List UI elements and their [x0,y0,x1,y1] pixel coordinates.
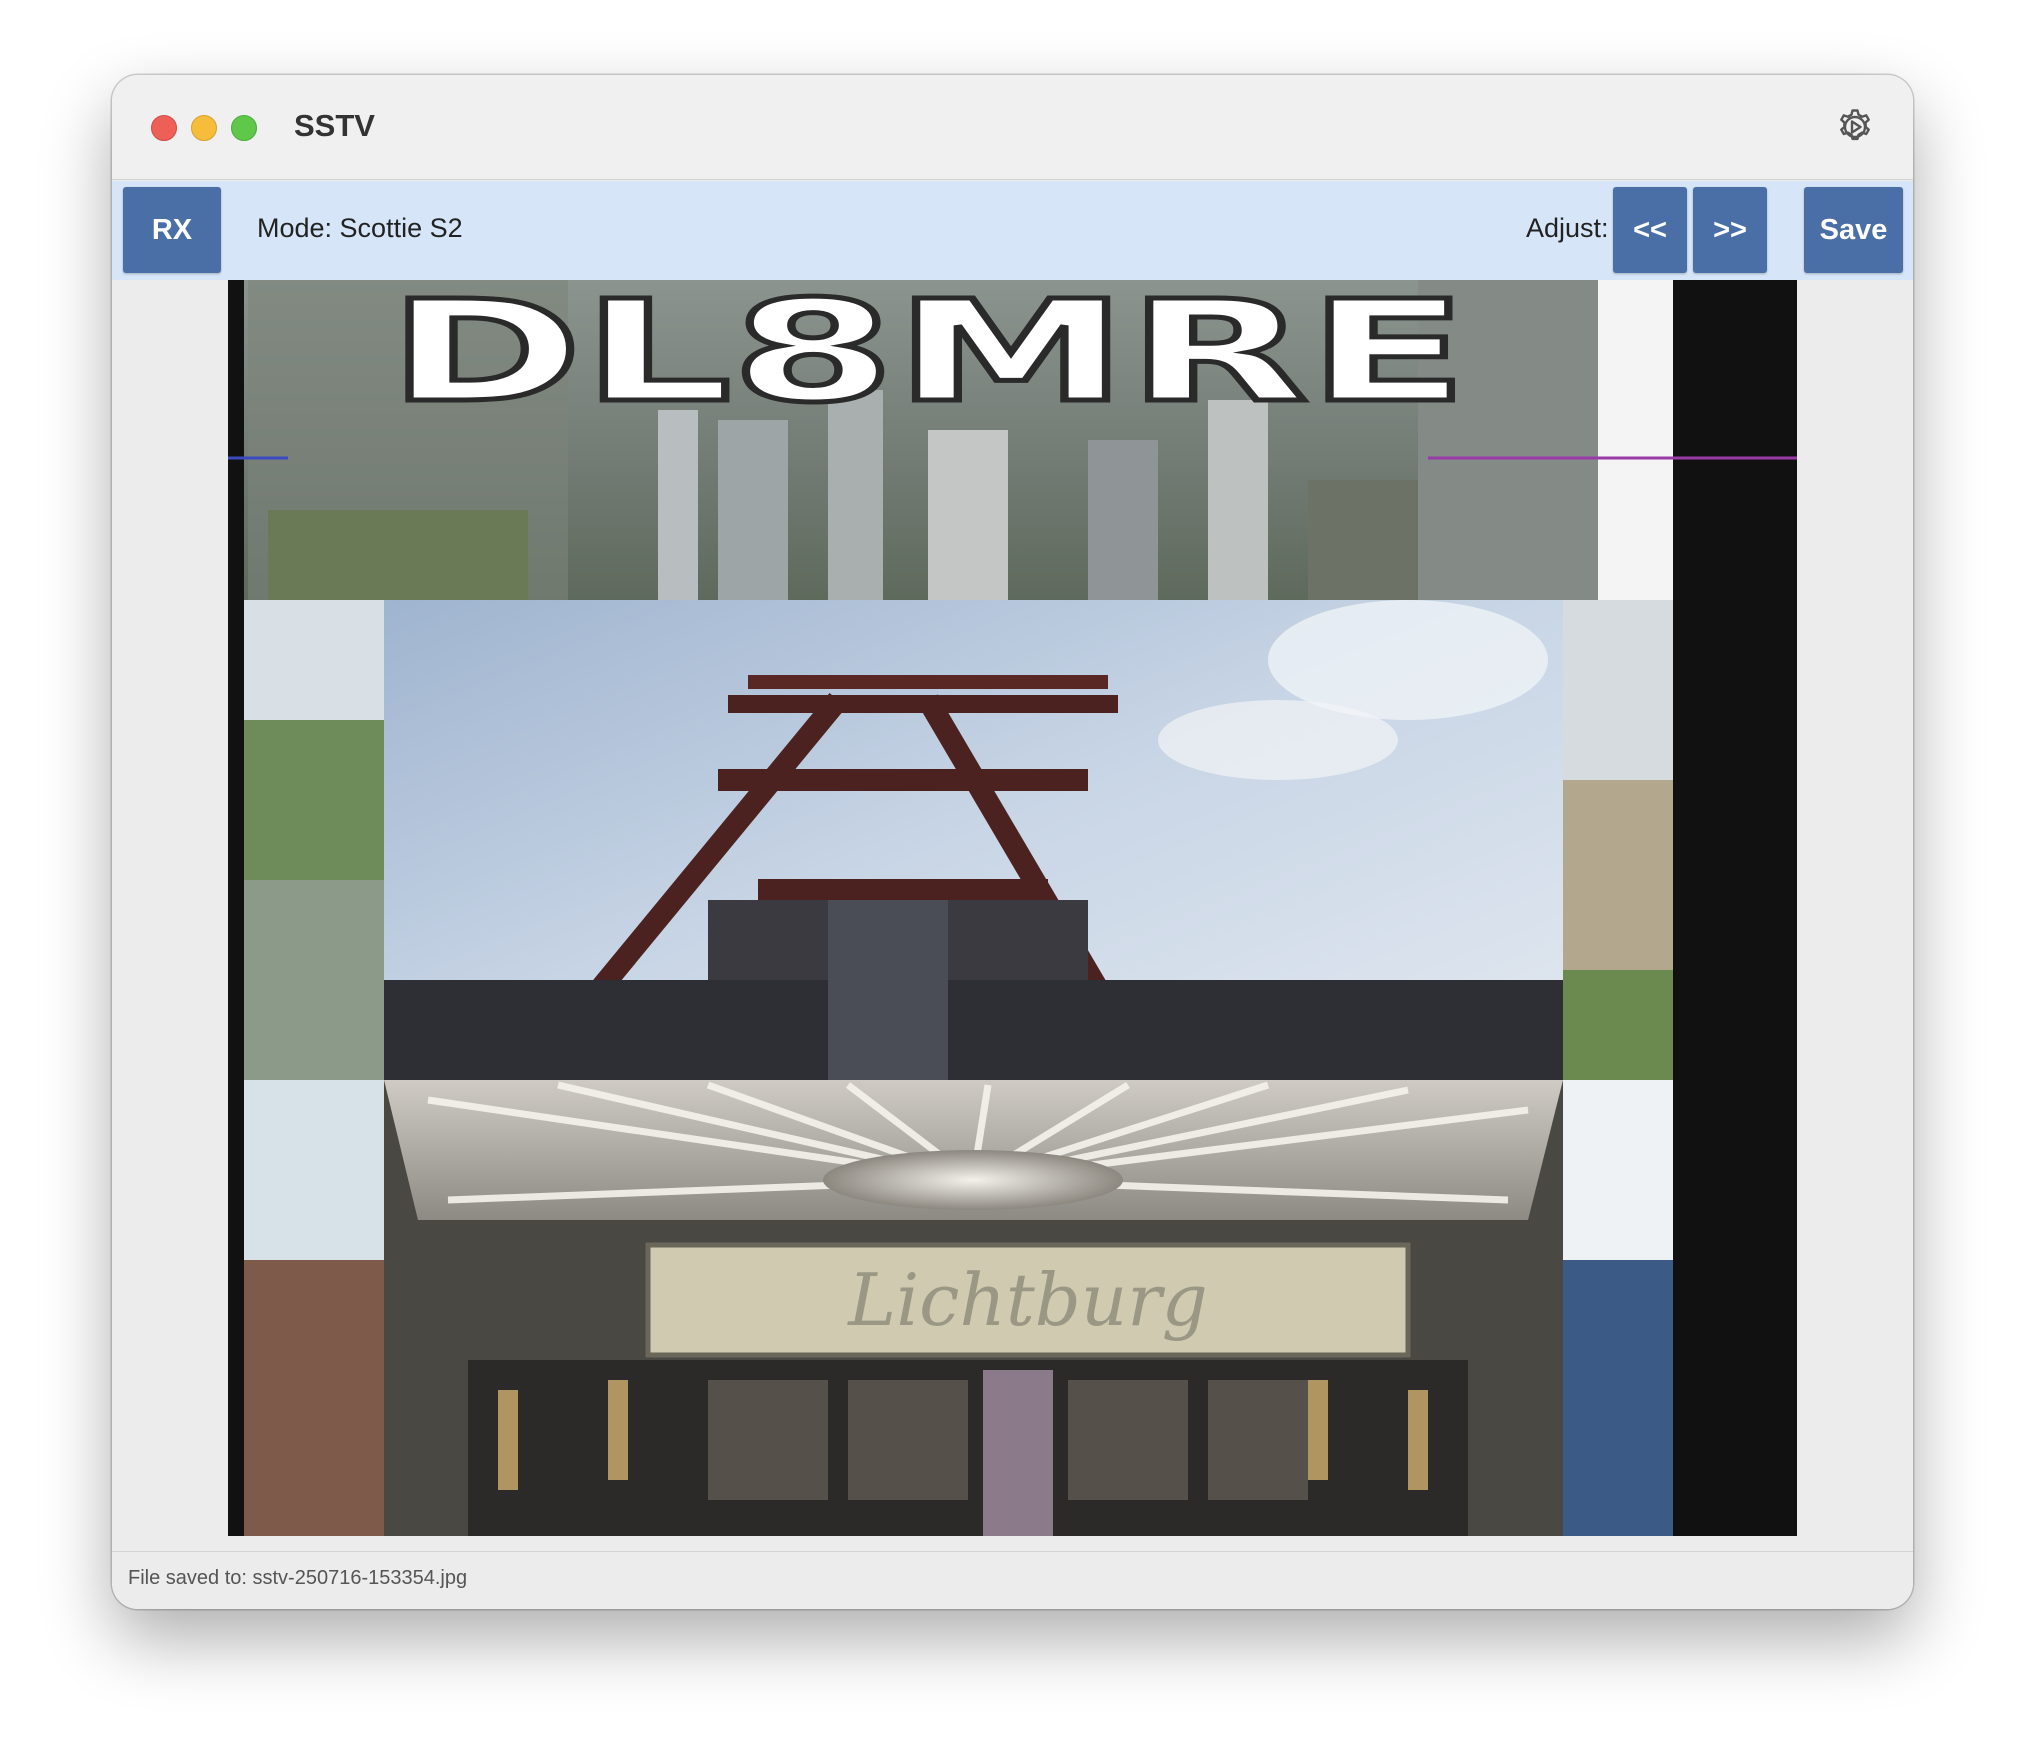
adjust-label: Adjust: [1526,213,1609,243]
close-window-button[interactable] [151,115,177,141]
mode-label: Mode: Scottie S2 [257,213,463,243]
window-title: SSTV [294,108,375,143]
status-text: File saved to: sstv-250716-153354.jpg [128,1567,468,1589]
rx-button[interactable]: RX [123,187,221,273]
sign-text: Lichtburg [846,1258,1207,1342]
minimize-window-button[interactable] [191,115,217,141]
sstv-window: SSTV RX Mode: Scottie S2 Adjust: << >> S… [112,75,1913,1609]
callsign-text: DL8MRE [388,280,1468,434]
save-button[interactable]: Save [1804,187,1903,273]
toolbar: RX Mode: Scottie S2 Adjust: << >> Save [112,181,1913,280]
sstv-image: DL8MRE Lichtburg [228,280,1797,1536]
gear-icon[interactable] [1835,107,1875,147]
adjust-left-button[interactable]: << [1613,187,1687,273]
adjust-right-button[interactable]: >> [1693,187,1767,273]
title-bar: SSTV [112,75,1913,180]
status-bar: File saved to: sstv-250716-153354.jpg [112,1551,1913,1609]
received-image: DL8MRE Lichtburg [228,280,1797,1536]
maximize-window-button[interactable] [231,115,257,141]
